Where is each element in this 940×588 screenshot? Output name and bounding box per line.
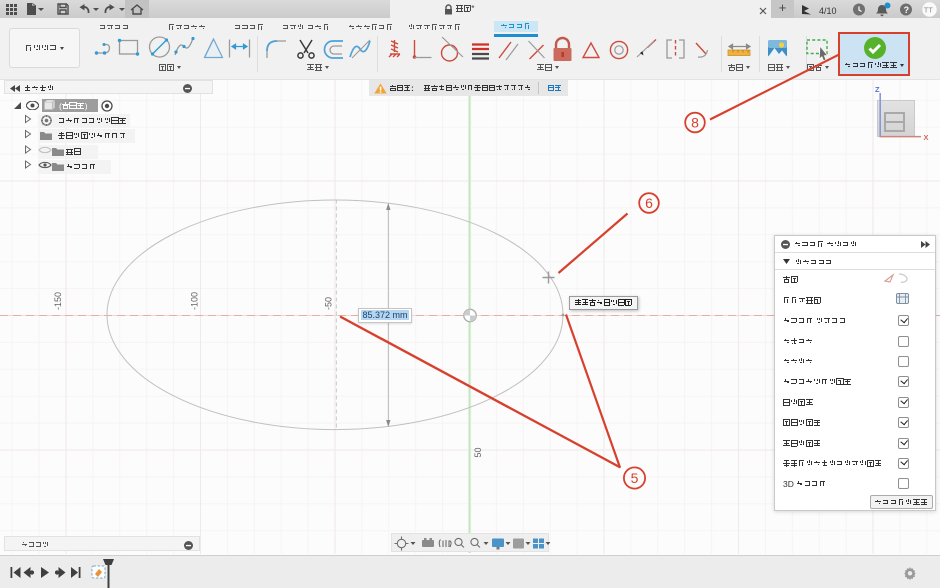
- svg-text:5: 5: [631, 470, 639, 486]
- svg-text:6: 6: [645, 195, 653, 211]
- svg-text:X: X: [924, 133, 929, 142]
- svg-text:8: 8: [691, 115, 699, 131]
- svg-text:Z: Z: [875, 85, 880, 94]
